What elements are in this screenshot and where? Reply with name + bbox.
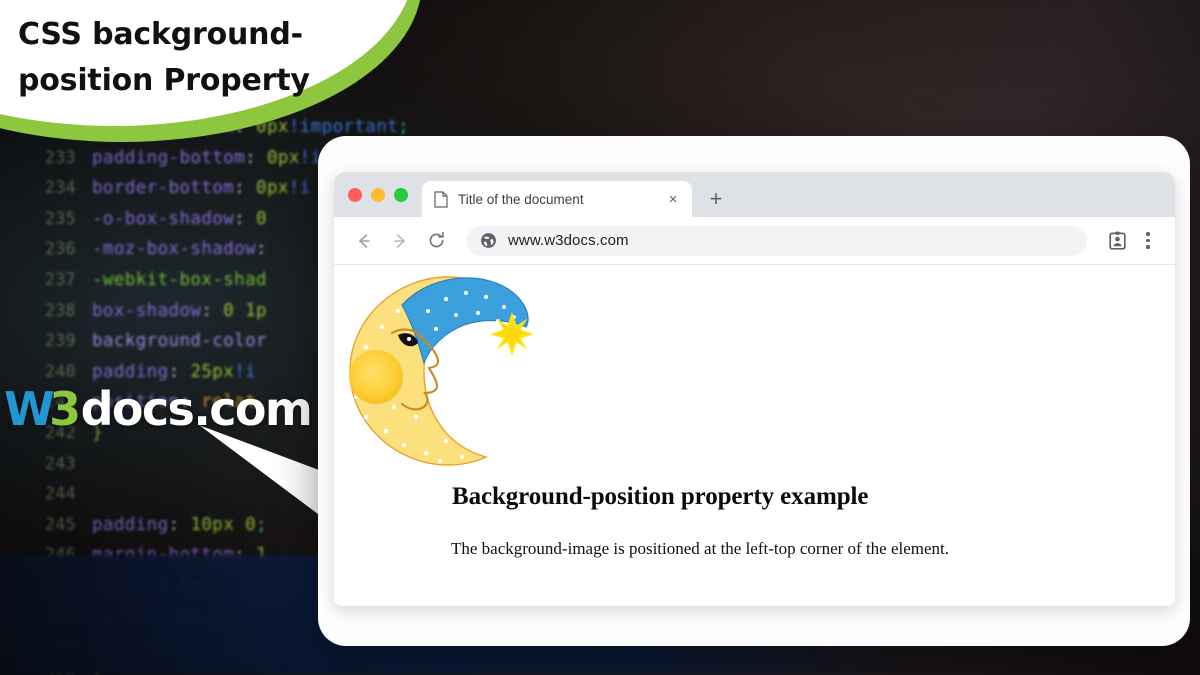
page-title: CSS background- position Property [18,12,348,104]
poster-stage: 232margin-bottom: 0px!important; 233padd… [0,0,1200,675]
minimize-window-button[interactable] [371,187,385,202]
new-tab-button[interactable]: + [698,181,734,217]
globe-icon [481,233,496,248]
kebab-menu-icon[interactable] [1135,227,1161,255]
back-button[interactable] [348,225,380,257]
page-title-line2: position Property [18,63,310,98]
window-controls [344,172,422,217]
star-sparkle-icon [490,312,534,356]
crescent-moon-illustration [349,276,534,466]
w3docs-logo: W 3 docs.com [4,382,313,436]
reload-button[interactable] [420,225,452,257]
close-tab-button[interactable]: × [662,188,684,210]
maximize-window-button[interactable] [394,187,408,202]
browser-toolbar: www.w3docs.com [334,217,1175,265]
logo-letter-3: 3 [49,382,81,436]
browser-window: Title of the document × + www.w3docs.com… [334,172,1175,606]
address-bar[interactable]: www.w3docs.com [466,225,1087,256]
page-heading: Background-position property example [452,483,869,510]
profile-badge-icon[interactable] [1103,227,1131,255]
browser-tab[interactable]: Title of the document × [422,181,692,217]
page-paragraph: The background-image is positioned at th… [451,539,950,558]
close-window-button[interactable] [348,187,362,202]
logo-letter-w: W [4,382,55,436]
page-title-line1: CSS background- [18,17,303,52]
address-bar-url: www.w3docs.com [508,232,629,249]
page-viewport: Background-position property example The… [334,265,1175,606]
browser-tab-bar: Title of the document × + [334,172,1175,217]
logo-text-docs: docs.com [80,382,313,436]
document-icon [434,190,448,208]
browser-tab-title: Title of the document [458,191,584,207]
forward-button[interactable] [384,225,416,257]
